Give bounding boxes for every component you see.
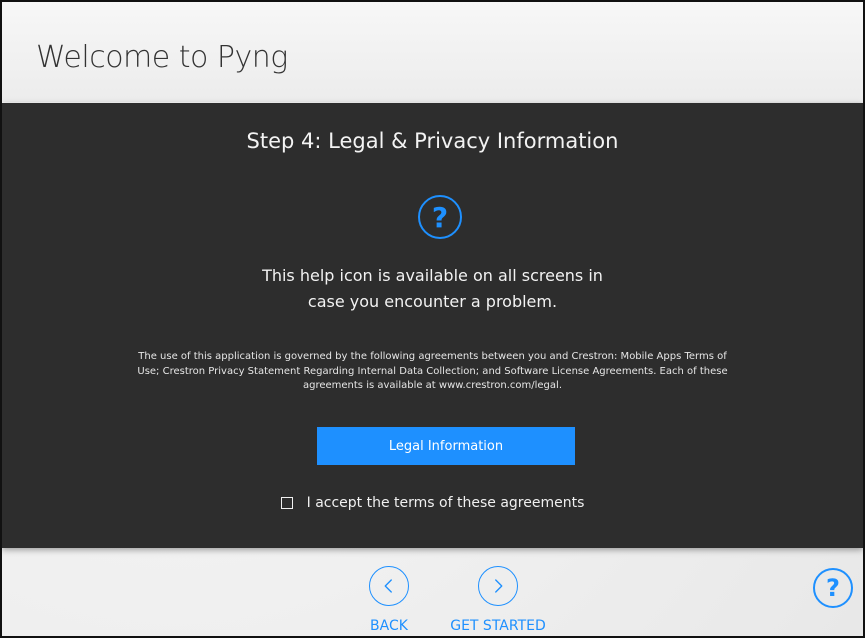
help-button[interactable]: ?: [813, 568, 853, 608]
get-started-button[interactable]: [478, 566, 518, 606]
back-button[interactable]: [369, 566, 409, 606]
bottom-navigation: BACK GET STARTED ?: [2, 550, 863, 636]
get-started-label[interactable]: GET STARTED: [443, 618, 553, 634]
page-title: Welcome to Pyng: [36, 40, 288, 75]
help-button-glyph: ?: [826, 574, 840, 602]
accept-terms-checkbox[interactable]: [280, 497, 293, 509]
step-title: Step 4: Legal & Privacy Information: [246, 129, 619, 153]
accept-terms-row[interactable]: I accept the terms of these agreements: [2, 495, 863, 511]
back-label[interactable]: BACK: [359, 618, 419, 634]
legal-privacy-panel: Step 4: Legal & Privacy Information ? Th…: [2, 103, 863, 548]
legal-information-button[interactable]: Legal Information: [317, 427, 575, 465]
header: Welcome to Pyng: [2, 2, 863, 102]
help-description: This help icon is available on all scree…: [2, 263, 863, 314]
chevron-left-icon: [384, 579, 392, 593]
help-icon: ?: [418, 195, 462, 239]
help-description-text: This help icon is available on all scree…: [262, 266, 603, 311]
help-icon-glyph: ?: [431, 200, 449, 234]
app-frame: Welcome to Pyng Step 4: Legal & Privacy …: [0, 0, 865, 638]
chevron-right-icon: [495, 579, 503, 593]
accept-terms-label[interactable]: I accept the terms of these agreements: [307, 495, 585, 511]
legal-agreement-text: The use of this application is governed …: [137, 351, 728, 391]
